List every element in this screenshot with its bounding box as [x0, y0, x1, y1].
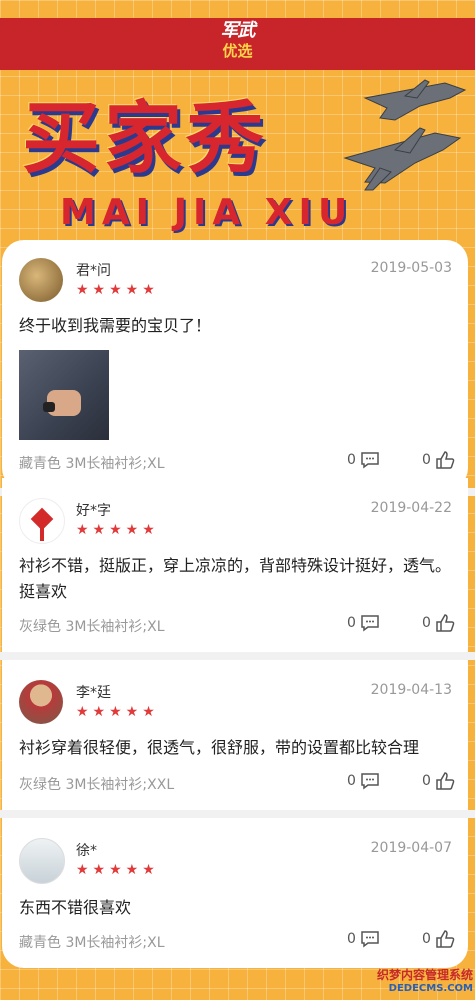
- like-count: 0: [422, 452, 431, 468]
- review-text: 东西不错很喜欢: [19, 898, 132, 917]
- rating-stars: ★★★★★: [76, 522, 159, 538]
- review-card: 君*问 ★★★★★ 2019-05-03 终于收到我需要的宝贝了！ 藏青色 3M…: [2, 240, 468, 490]
- product-spec: 灰绿色 3M长袖衬衫;XXL: [19, 777, 175, 793]
- product-spec: 灰绿色 3M长袖衬衫;XL: [19, 619, 165, 635]
- review-text: 衬衫穿着很轻便，很透气，很舒服，带的设置都比较合理: [19, 738, 420, 757]
- review-date: 2019-05-03: [370, 260, 452, 276]
- divider: [0, 810, 475, 818]
- product-spec: 藏青色 3M长袖衬衫;XL: [19, 456, 165, 472]
- like-count: 0: [422, 615, 431, 631]
- brand-logo: 军武 优选: [0, 20, 475, 60]
- thumbs-up-icon: [436, 930, 455, 948]
- review-text: 衬衫不错，挺版正，穿上凉凉的，背部特殊设计挺好，透气。挺喜欢: [19, 556, 452, 601]
- logo-line2: 优选: [222, 42, 253, 60]
- rating-stars: ★★★★★: [76, 282, 159, 298]
- like-button[interactable]: 0: [422, 772, 455, 790]
- avatar[interactable]: [19, 838, 65, 884]
- reviewer-name: 好*字: [76, 503, 111, 519]
- watermark-line1: 织梦内容管理系统: [376, 968, 473, 982]
- comment-icon: [361, 452, 379, 469]
- avatar[interactable]: [19, 680, 63, 724]
- review-date: 2019-04-07: [370, 840, 452, 856]
- fighter-jet-icon: [343, 79, 467, 191]
- review-photo[interactable]: [19, 350, 109, 440]
- rating-stars: ★★★★★: [76, 862, 159, 878]
- comment-icon: [361, 773, 379, 790]
- rating-stars: ★★★★★: [76, 704, 159, 720]
- reviewer-name: 徐*: [76, 843, 97, 859]
- review-card: 李*廷 ★★★★★ 2019-04-13 衬衫穿着很轻便，很透气，很舒服，带的设…: [2, 660, 468, 815]
- review-card: 徐* ★★★★★ 2019-04-07 东西不错很喜欢 藏青色 3M长袖衬衫;X…: [2, 818, 468, 968]
- page-subtitle: MAI JIA XIU: [60, 192, 354, 233]
- watermark: 织梦内容管理系统 DEDECMS.COM: [377, 966, 473, 994]
- product-spec: 藏青色 3M长袖衬衫;XL: [19, 935, 165, 951]
- thumbs-up-icon: [436, 614, 455, 632]
- comment-icon: [361, 615, 379, 632]
- comment-icon: [361, 931, 379, 948]
- logo-line1: 军武: [220, 20, 256, 41]
- comment-button[interactable]: 0: [347, 930, 380, 948]
- reviewer-name: 李*廷: [76, 685, 111, 701]
- review-text: 终于收到我需要的宝贝了！: [19, 316, 212, 335]
- reviewer-name: 君*问: [76, 263, 111, 279]
- page-title: 买家秀: [22, 93, 269, 184]
- review-date: 2019-04-13: [370, 682, 452, 698]
- comment-count: 0: [347, 452, 356, 468]
- comment-button[interactable]: 0: [347, 451, 380, 469]
- thumbs-up-icon: [436, 772, 455, 790]
- review-card: 好*字 ★★★★★ 2019-04-22 衬衫不错，挺版正，穿上凉凉的，背部特殊…: [2, 478, 468, 658]
- comment-count: 0: [347, 615, 356, 631]
- divider: [0, 652, 475, 660]
- like-button[interactable]: 0: [422, 930, 455, 948]
- watermark-line2: DEDECMS.COM: [388, 983, 473, 994]
- review-date: 2019-04-22: [370, 500, 452, 516]
- comment-count: 0: [347, 931, 356, 947]
- avatar[interactable]: [19, 498, 65, 544]
- comment-count: 0: [347, 773, 356, 789]
- avatar[interactable]: [19, 258, 63, 302]
- comment-button[interactable]: 0: [347, 772, 380, 790]
- like-count: 0: [422, 773, 431, 789]
- like-button[interactable]: 0: [422, 614, 455, 632]
- like-button[interactable]: 0: [422, 451, 455, 469]
- like-count: 0: [422, 931, 431, 947]
- comment-button[interactable]: 0: [347, 614, 380, 632]
- thumbs-up-icon: [436, 451, 455, 469]
